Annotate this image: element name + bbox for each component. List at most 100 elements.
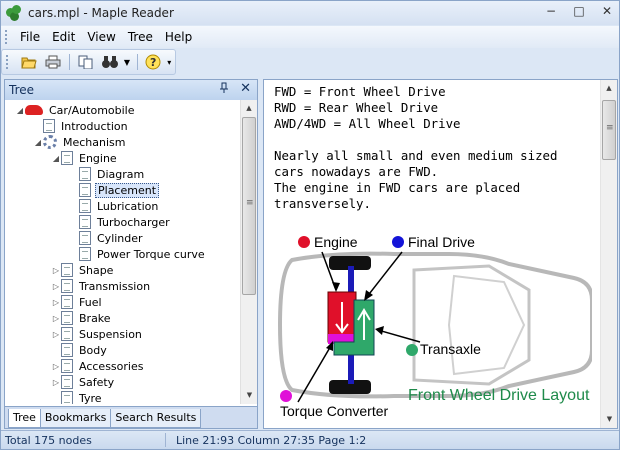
scroll-thumb[interactable]	[242, 117, 256, 295]
tree-node[interactable]: Cylinder	[69, 230, 145, 246]
expand-icon[interactable]: ▷	[51, 266, 61, 275]
close-panel-button[interactable]: ✕	[240, 81, 251, 96]
expand-icon[interactable]: ▷	[51, 298, 61, 307]
chevron-down-icon[interactable]: ▼	[124, 58, 132, 67]
transaxle-label: Transaxle	[420, 341, 481, 357]
document-icon	[61, 151, 73, 165]
copy-button[interactable]	[75, 52, 96, 72]
close-window-button[interactable]: ✕	[599, 4, 615, 18]
car-icon	[25, 105, 43, 115]
open-icon	[21, 57, 37, 69]
collapse-icon[interactable]: ◢	[15, 106, 25, 115]
tree-node-label: Placement	[95, 182, 160, 198]
toolbar-grip	[6, 55, 9, 69]
final-drive-label: Final Drive	[408, 234, 475, 250]
final-drive-marker	[392, 236, 404, 248]
tree-node[interactable]: ▷ Accessories	[51, 358, 145, 374]
tree-node[interactable]: Tyre	[51, 390, 104, 404]
print-button[interactable]	[42, 52, 63, 72]
tree-node[interactable]: Power Torque curve	[69, 246, 207, 262]
tree-node[interactable]: ▷ Suspension	[51, 326, 144, 342]
app-window: cars.mpl - Maple Reader − □ ✕ File Edit …	[0, 0, 620, 450]
tree-node[interactable]: ▷ Brake	[51, 310, 113, 326]
tree-scrollbar[interactable]: ▲ ▼	[240, 100, 257, 404]
document-content: FWD = Front Wheel Drive RWD = Rear Wheel…	[274, 82, 592, 428]
tree-node[interactable]: ◢ Mechanism	[33, 134, 128, 150]
open-button[interactable]	[18, 52, 39, 72]
definition-line: AWD/4WD = All Wheel Drive	[274, 116, 461, 131]
maple-leaf-icon	[6, 5, 22, 21]
tree-node[interactable]: Lubrication	[69, 198, 160, 214]
tree-node-label: Mechanism	[63, 135, 126, 149]
document-icon	[61, 375, 73, 389]
tree-node[interactable]: Introduction	[33, 118, 130, 134]
print-icon	[45, 55, 61, 69]
tab-search-results[interactable]: Search Results	[110, 409, 202, 428]
node-count: Total 175 nodes	[5, 433, 92, 447]
binoculars-icon	[102, 56, 119, 68]
menu-help[interactable]: Help	[159, 28, 198, 46]
paragraph-line: cars nowadays are FWD.	[274, 164, 439, 179]
expand-icon[interactable]: ▷	[51, 314, 61, 323]
document-icon	[43, 119, 55, 133]
cursor-position: Line 21:93 Column 27:35 Page 1:2	[176, 433, 367, 447]
tree-node[interactable]: ▷ Safety	[51, 374, 116, 390]
find-button[interactable]	[99, 52, 120, 72]
toolbar-overflow-icon[interactable]: ▾	[167, 58, 175, 67]
diagram-caption: Front Wheel Drive Layout	[408, 387, 590, 404]
menu-view[interactable]: View	[81, 28, 121, 46]
tree-node-label: Engine	[79, 151, 117, 165]
status-separator	[165, 433, 166, 447]
gear-icon	[43, 135, 57, 149]
document-icon	[79, 167, 91, 181]
toolbar: ▼ ? ▾	[1, 49, 176, 75]
tree-node[interactable]: Turbocharger	[69, 214, 172, 230]
tree-node-label: Lubrication	[97, 199, 159, 213]
content-pane: FWD = Front Wheel Drive RWD = Rear Wheel…	[263, 79, 618, 429]
tree-node-label: Brake	[79, 311, 111, 325]
content-scrollbar[interactable]: ▲ ▼	[600, 80, 617, 428]
tree-node[interactable]: ▷ Fuel	[51, 294, 104, 310]
scroll-up-icon[interactable]: ▲	[241, 100, 257, 117]
expand-icon[interactable]: ▷	[51, 282, 61, 291]
tree-node[interactable]: ◢ Engine	[51, 150, 119, 166]
tree-node[interactable]: Diagram	[69, 166, 146, 182]
tree-node[interactable]: ◢ Car/Automobile	[15, 102, 137, 118]
collapse-icon[interactable]: ◢	[51, 154, 61, 163]
minimize-button[interactable]: −	[543, 4, 559, 18]
tree-node-label: Safety	[79, 375, 115, 389]
scroll-up-icon[interactable]: ▲	[601, 80, 617, 97]
scroll-thumb[interactable]	[602, 100, 616, 160]
tree-node[interactable]: ▷ Transmission	[51, 278, 152, 294]
document-icon	[61, 391, 73, 404]
pointer-head	[375, 326, 384, 335]
document-icon	[61, 263, 73, 277]
tab-bookmarks[interactable]: Bookmarks	[39, 409, 112, 428]
expand-icon[interactable]: ▷	[51, 362, 61, 371]
document-icon	[61, 359, 73, 373]
pin-icon[interactable]	[219, 82, 229, 97]
collapse-icon[interactable]: ◢	[33, 138, 43, 147]
menu-edit[interactable]: Edit	[46, 28, 81, 46]
tree-node-label: Body	[79, 343, 107, 357]
definition-line: RWD = Rear Wheel Drive	[274, 100, 439, 115]
maximize-button[interactable]: □	[571, 4, 587, 18]
tree-node[interactable]: ▷ Shape	[51, 262, 115, 278]
tree-node[interactable]: Placement	[69, 182, 160, 198]
engine-marker	[298, 236, 310, 248]
document-icon	[61, 343, 73, 357]
menu-tree[interactable]: Tree	[122, 28, 159, 46]
tab-tree[interactable]: Tree	[8, 409, 41, 428]
tree-node[interactable]: Body	[51, 342, 109, 358]
definition-line: FWD = Front Wheel Drive	[274, 84, 446, 99]
title-bar: cars.mpl - Maple Reader − □ ✕	[1, 1, 619, 25]
menu-file[interactable]: File	[14, 28, 46, 46]
expand-icon[interactable]: ▷	[51, 330, 61, 339]
expand-icon[interactable]: ▷	[51, 378, 61, 387]
final-drive-pointer	[365, 251, 403, 299]
scroll-down-icon[interactable]: ▼	[601, 411, 618, 428]
pointer-head	[332, 282, 340, 292]
paragraph-line: transversely.	[274, 196, 371, 211]
scroll-down-icon[interactable]: ▼	[241, 387, 258, 404]
help-button[interactable]: ?	[143, 52, 164, 72]
